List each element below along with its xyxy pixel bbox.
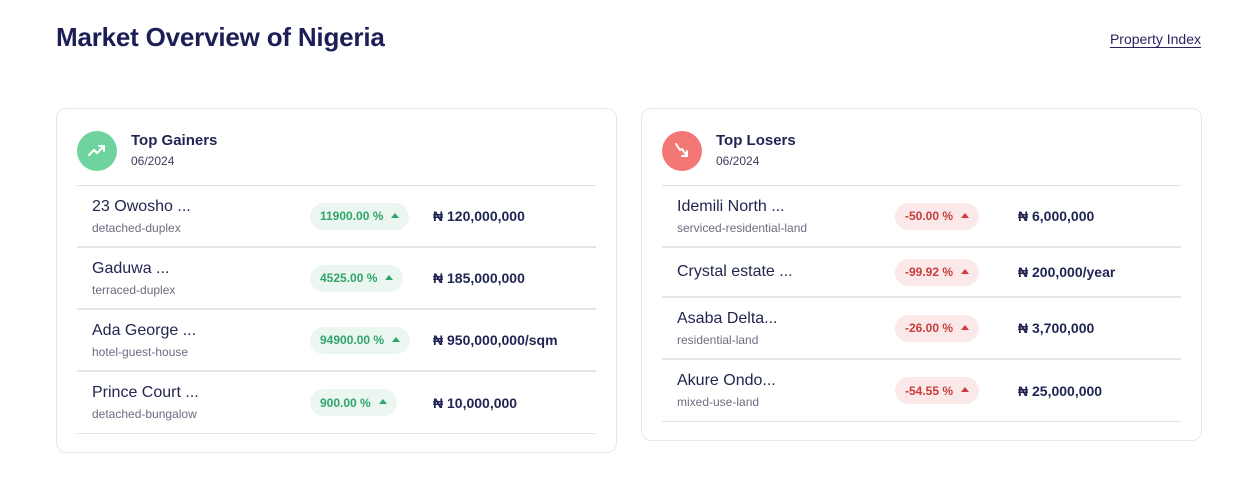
list-item[interactable]: Akure Ondo... mixed-use-land -54.55 % ₦ … bbox=[662, 360, 1181, 422]
trending-up-icon bbox=[77, 131, 117, 171]
change-badge: -99.92 % bbox=[895, 258, 980, 286]
property-price: ₦ 120,000,000 bbox=[433, 208, 525, 224]
arrow-up-icon bbox=[391, 212, 400, 218]
property-type: residential-land bbox=[677, 332, 759, 347]
property-name: Crystal estate ... bbox=[677, 263, 793, 280]
list-item[interactable]: 23 Owosho ... detached-duplex 11900.00 %… bbox=[77, 186, 596, 248]
property-price: ₦ 10,000,000 bbox=[433, 394, 518, 411]
list-item[interactable]: Ada George ... hotel-guest-house 94900.0… bbox=[77, 310, 596, 372]
top-losers-card: Top Losers 06/2024 Idemili North ... ser… bbox=[641, 108, 1202, 441]
change-badge: 4525.00 % bbox=[310, 264, 404, 292]
change-badge: -54.55 % bbox=[895, 377, 980, 404]
arrow-up-icon bbox=[378, 399, 387, 404]
change-badge: 11900.00 % bbox=[310, 202, 410, 230]
arrow-up-icon bbox=[961, 387, 970, 392]
property-type: hotel-guest-house bbox=[92, 344, 189, 359]
change-badge: -26.00 % bbox=[895, 314, 980, 342]
property-type: mixed-use-land bbox=[677, 395, 760, 409]
property-price: ₦ 200,000/year bbox=[1018, 264, 1116, 280]
property-price: ₦ 185,000,000 bbox=[433, 270, 525, 286]
property-type: serviced-residential-land bbox=[677, 220, 808, 235]
card-period: 06/2024 bbox=[716, 154, 760, 168]
property-index-link[interactable]: Property Index bbox=[1110, 31, 1201, 47]
change-badge: 900.00 % bbox=[310, 389, 397, 416]
losers-list: Idemili North ... serviced-residential-l… bbox=[662, 185, 1181, 422]
property-type: detached-duplex bbox=[92, 220, 181, 235]
gainers-list: 23 Owosho ... detached-duplex 11900.00 %… bbox=[77, 185, 596, 434]
arrow-up-icon bbox=[385, 274, 394, 280]
list-item[interactable]: Gaduwa ... terraced-duplex 4525.00 % ₦ 1… bbox=[77, 248, 596, 310]
property-type: terraced-duplex bbox=[92, 282, 176, 297]
top-gainers-card: Top Gainers 06/2024 23 Owosho ... detach… bbox=[56, 108, 617, 453]
card-header: Top Losers 06/2024 bbox=[662, 129, 1181, 173]
page-title: Market Overview of Nigeria bbox=[56, 22, 385, 52]
property-price: ₦ 3,700,000 bbox=[1018, 320, 1095, 336]
property-name: Ada George ... bbox=[92, 321, 197, 339]
card-title: Top Losers bbox=[716, 132, 796, 149]
property-name: Gaduwa ... bbox=[92, 259, 170, 277]
card-title: Top Gainers bbox=[131, 132, 218, 149]
property-name: Asaba Delta... bbox=[677, 309, 778, 327]
list-item[interactable]: Idemili North ... serviced-residential-l… bbox=[662, 186, 1181, 248]
property-type: detached-bungalow bbox=[92, 407, 197, 421]
change-badge: 94900.00 % bbox=[310, 326, 411, 354]
property-price: ₦ 6,000,000 bbox=[1018, 208, 1095, 224]
property-name: Idemili North ... bbox=[677, 197, 785, 215]
property-name: Prince Court ... bbox=[92, 384, 199, 401]
list-item[interactable]: Asaba Delta... residential-land -26.00 %… bbox=[662, 298, 1181, 360]
arrow-up-icon bbox=[961, 212, 970, 218]
card-period: 06/2024 bbox=[131, 154, 175, 168]
property-name: 23 Owosho ... bbox=[92, 197, 191, 215]
list-item[interactable]: Prince Court ... detached-bungalow 900.0… bbox=[77, 372, 596, 434]
card-header: Top Gainers 06/2024 bbox=[77, 129, 596, 173]
trending-down-icon bbox=[662, 131, 702, 171]
list-item[interactable]: Crystal estate ... -99.92 % ₦ 200,000/ye… bbox=[662, 248, 1181, 298]
arrow-up-icon bbox=[961, 268, 970, 274]
arrow-up-icon bbox=[961, 324, 970, 330]
property-name: Akure Ondo... bbox=[677, 372, 776, 389]
property-price: ₦ 950,000,000/sqm bbox=[433, 332, 558, 348]
change-badge: -50.00 % bbox=[895, 202, 980, 230]
arrow-up-icon bbox=[392, 336, 401, 342]
property-price: ₦ 25,000,000 bbox=[1018, 382, 1103, 399]
